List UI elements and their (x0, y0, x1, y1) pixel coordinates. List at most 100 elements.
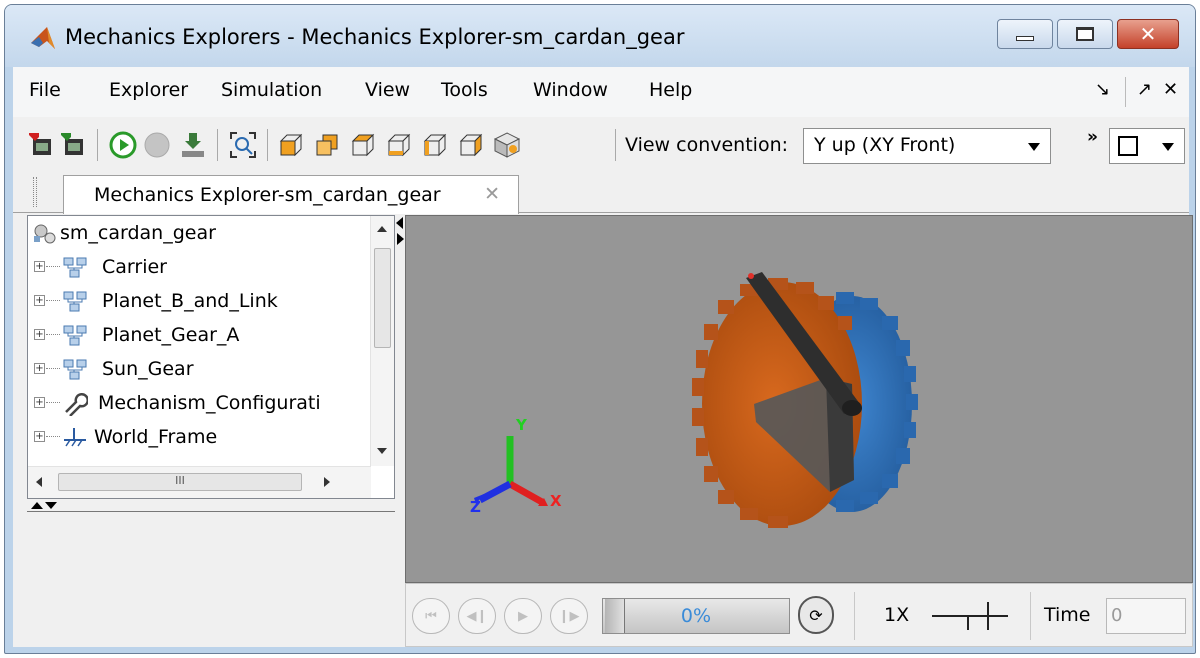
collapse-down-icon[interactable] (45, 502, 57, 509)
minimize-panel-icon[interactable]: ↘ (1095, 79, 1110, 100)
play-icon: ▶ (518, 608, 528, 624)
step-back-button[interactable]: ◀❙ (458, 598, 496, 634)
subsystem-icon (63, 359, 87, 380)
top-view-icon[interactable] (349, 131, 377, 159)
toolbar-separator (97, 129, 98, 161)
close-panel-icon[interactable]: ✕ (1163, 79, 1178, 100)
undock-icon[interactable]: ↗ (1137, 79, 1152, 100)
tree-connector (46, 266, 60, 267)
fit-to-view-icon[interactable] (229, 131, 257, 159)
expand-icon[interactable]: + (34, 397, 45, 408)
speed-label: 1X (884, 604, 910, 626)
mechanics-explorer-window: Mechanics Explorers - Mechanics Explorer… (4, 4, 1196, 654)
open-model-icon[interactable] (27, 131, 55, 159)
playback-separator (1030, 592, 1031, 640)
menu-tools[interactable]: Tools (441, 79, 488, 101)
client-area: File Explorer Simulation View Tools Wind… (13, 67, 1193, 647)
playback-progress[interactable]: 0% (602, 598, 790, 634)
left-view-icon[interactable] (421, 131, 449, 159)
expand-icon[interactable]: + (34, 329, 45, 340)
progress-text: 0% (680, 605, 712, 627)
view-layout-select[interactable] (1109, 128, 1185, 164)
scroll-left-icon[interactable] (36, 477, 42, 487)
bottom-view-icon[interactable] (385, 131, 413, 159)
tree-item-planet-b-and-link[interactable]: + Planet_B_and_Link (28, 286, 368, 320)
menu-file[interactable]: File (29, 79, 61, 101)
tree-horizontal-scrollbar[interactable]: III (28, 466, 371, 498)
time-field[interactable]: 0 (1106, 598, 1186, 634)
tree-connector (46, 436, 60, 437)
scroll-right-icon[interactable] (324, 477, 330, 487)
play-icon[interactable] (109, 131, 137, 159)
isometric-view-icon[interactable] (493, 131, 521, 159)
collapse-up-icon[interactable] (31, 502, 43, 509)
3d-viewport[interactable]: Y X Z (405, 215, 1193, 583)
scroll-up-icon[interactable] (377, 226, 387, 232)
cardan-gear-scene: Y X Z (470, 272, 918, 528)
menu-view[interactable]: View (365, 79, 410, 101)
link-model-icon[interactable] (59, 131, 87, 159)
right-view-icon[interactable] (457, 131, 485, 159)
coordinate-triad (474, 436, 548, 506)
scroll-thumb[interactable]: III (58, 473, 302, 491)
expand-icon[interactable]: + (34, 295, 45, 306)
chevron-down-icon (1162, 143, 1174, 151)
play-button[interactable]: ▶ (504, 598, 542, 634)
tree-item-sun-gear[interactable]: + Sun_Gear (28, 354, 368, 388)
subsystem-icon (63, 325, 87, 346)
stop-icon[interactable] (143, 131, 171, 159)
front-view-icon[interactable] (277, 131, 305, 159)
menu-explorer[interactable]: Explorer (109, 79, 188, 101)
tree-item-mechanism-configuration[interactable]: + Mechanism_Configurati (28, 388, 368, 422)
menu-bar: File Explorer Simulation View Tools Wind… (13, 67, 1189, 117)
collapse-right-icon[interactable] (397, 233, 404, 245)
menu-separator (1125, 77, 1126, 107)
back-view-icon[interactable] (313, 131, 341, 159)
tree-item-label: Planet_B_and_Link (102, 290, 278, 312)
expand-icon[interactable]: + (34, 261, 45, 272)
window-title: Mechanics Explorers - Mechanics Explorer… (65, 25, 685, 49)
properties-panel (27, 511, 395, 647)
wrench-icon (65, 393, 88, 416)
tree-root[interactable]: sm_cardan_gear (28, 218, 368, 252)
speed-slider[interactable] (932, 598, 1008, 634)
step-forward-button[interactable]: ❙▶ (550, 598, 588, 634)
save-animation-icon[interactable] (179, 131, 207, 159)
tab-close-icon[interactable]: ✕ (484, 183, 500, 205)
menu-simulation[interactable]: Simulation (221, 79, 322, 101)
tree-item-carrier[interactable]: + Carrier (28, 252, 368, 286)
tree-item-world-frame[interactable]: + World_Frame (28, 422, 368, 456)
chevron-down-icon (1028, 143, 1040, 151)
ground-icon (64, 428, 86, 447)
panel-splitter[interactable] (27, 499, 395, 511)
collapse-left-icon[interactable] (396, 217, 403, 229)
rewind-to-start-button[interactable]: ⏮ (412, 598, 450, 634)
tab-mechanics-explorer[interactable]: Mechanics Explorer-sm_cardan_gear ✕ (63, 175, 519, 214)
minimize-button[interactable] (997, 19, 1053, 49)
expand-icon[interactable]: + (34, 431, 45, 442)
maximize-button[interactable] (1057, 19, 1113, 49)
skip-back-icon: ⏮ (425, 608, 437, 624)
axis-x-label: X (550, 492, 562, 510)
axis-z-label: Z (470, 498, 481, 516)
playback-bar: ⏮ ◀❙ ▶ ❙▶ 0% ⟳ 1X Time 0 (405, 583, 1193, 647)
menu-window[interactable]: Window (533, 79, 608, 101)
tree-vertical-scrollbar[interactable] (370, 216, 394, 466)
toolbar-overflow-icon[interactable]: » (1087, 127, 1098, 147)
vertical-splitter[interactable] (395, 215, 405, 255)
step-back-icon: ◀❙ (466, 608, 488, 624)
matlab-icon (31, 27, 55, 49)
repeat-button[interactable]: ⟳ (798, 596, 834, 634)
time-label: Time (1044, 604, 1091, 626)
grip-handle[interactable] (33, 177, 37, 207)
scroll-down-icon[interactable] (377, 448, 387, 454)
view-convention-select[interactable]: Y up (XY Front) (803, 128, 1051, 164)
tree-item-label: Sun_Gear (102, 358, 194, 380)
close-button[interactable]: ✕ (1117, 19, 1179, 49)
expand-icon[interactable]: + (34, 363, 45, 374)
menu-help[interactable]: Help (649, 79, 692, 101)
scroll-thumb[interactable] (374, 248, 391, 348)
repeat-icon: ⟳ (809, 605, 823, 625)
tree-item-planet-gear-a[interactable]: + Planet_Gear_A (28, 320, 368, 354)
tree-item-label: Carrier (102, 256, 167, 278)
